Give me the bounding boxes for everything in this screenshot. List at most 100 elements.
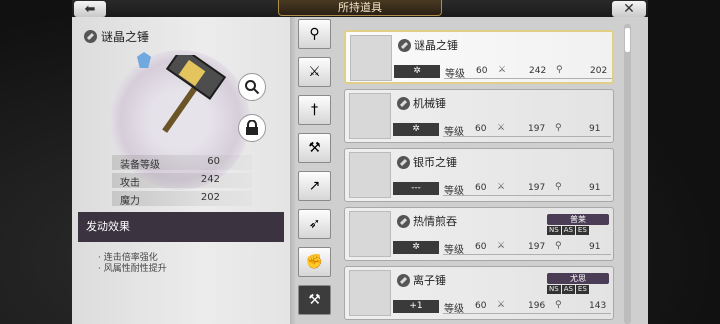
weapon-card-name-text: 机械锤	[413, 97, 446, 110]
rank-badge: ✲	[394, 65, 440, 78]
staff-icon: ⚲	[309, 26, 320, 42]
magic-icon: ⚲	[555, 241, 562, 251]
weapon-card-name-text: 热情煎吞	[413, 215, 457, 228]
magic-value: 143	[589, 301, 607, 311]
weapon-thumbnail	[349, 211, 391, 257]
level-value: 60	[475, 124, 487, 134]
stat-value: 60	[207, 156, 220, 167]
axe-icon: ⚒	[308, 140, 321, 156]
weapon-card-name-text: 离子锤	[413, 274, 446, 287]
tag-ns: NS	[547, 285, 561, 294]
tab-fist[interactable]: ✊	[298, 247, 331, 277]
rank-badge: +1	[393, 300, 439, 313]
tab-spear[interactable]: ↗	[298, 171, 331, 201]
attack-value: 197	[528, 183, 546, 193]
lock-icon	[246, 120, 258, 135]
magic-icon: ⚲	[555, 123, 562, 133]
character-badge: 普莱	[547, 214, 609, 225]
weapon-image	[162, 55, 227, 133]
hammer-type-icon	[397, 155, 410, 169]
page-title: 所持道具	[278, 0, 442, 16]
weapon-thumbnail	[350, 35, 392, 81]
rank-badge: ✲	[393, 241, 439, 254]
attack-value: 197	[528, 124, 546, 134]
card-divider	[444, 78, 612, 79]
level-value: 60	[475, 242, 487, 252]
attack-icon: ⚔	[497, 123, 506, 133]
spear-icon: ↗	[308, 178, 321, 194]
effect-item: · 风属性耐性提升	[98, 264, 167, 274]
attack-value: 197	[528, 242, 546, 252]
weapon-card-name: 离子锤	[397, 272, 446, 288]
back-button[interactable]: ⬅	[74, 1, 106, 17]
hammer-type-icon	[397, 214, 410, 228]
lock-button[interactable]	[238, 114, 266, 142]
stat-label: 攻击	[120, 178, 140, 189]
rank-badge: ---	[393, 182, 439, 195]
magic-icon: ⚲	[556, 65, 563, 75]
tag-as: AS	[561, 226, 575, 235]
inspect-button[interactable]	[238, 73, 266, 101]
card-divider	[443, 254, 611, 255]
attack-value: 242	[529, 66, 547, 76]
hammer-type-icon	[397, 96, 410, 110]
hammer-type-icon	[398, 38, 411, 52]
weapon-card-name-text: 谜晶之锤	[414, 39, 458, 52]
character-badge: 尤思	[547, 273, 609, 284]
magic-value: 202	[590, 66, 608, 76]
weapon-card[interactable]: 热情煎吞 普莱 NS AS ES ✲ 等级 60 ⚔ 197 ⚲ 91	[344, 207, 614, 261]
weapon-card[interactable]: 机械锤 ✲ 等级 60 ⚔ 197 ⚲ 91	[344, 89, 614, 143]
rank-badge: ✲	[393, 123, 439, 136]
tag-group: NS AS ES	[547, 285, 589, 294]
attack-value: 196	[528, 301, 546, 311]
card-divider	[443, 195, 611, 196]
tag-es: ES	[575, 285, 589, 294]
tab-sword[interactable]: ⚔	[298, 57, 331, 87]
tab-dagger[interactable]: †	[298, 95, 331, 125]
weapon-card[interactable]: 谜晶之锤 ✲ 等级 60 ⚔ 242 ⚲ 202	[344, 30, 614, 84]
weapon-card[interactable]: 银币之锤 --- 等级 60 ⚔ 197 ⚲ 91	[344, 148, 614, 202]
hammer-type-icon	[397, 273, 410, 287]
stat-attack: 攻击 242	[112, 173, 252, 189]
weapon-card-name: 热情煎吞	[397, 213, 457, 229]
sword-icon: ⚔	[308, 64, 321, 80]
tag-ns: NS	[547, 226, 561, 235]
stat-value: 202	[200, 192, 220, 203]
tab-staff[interactable]: ⚲	[298, 19, 331, 49]
attack-icon: ⚔	[497, 182, 506, 192]
tag-group: NS AS ES	[547, 226, 589, 235]
weapon-card-name-text: 银币之锤	[413, 156, 457, 169]
tab-axe[interactable]: ⚒	[298, 133, 331, 163]
magnifier-icon	[245, 80, 260, 95]
close-button[interactable]: ✕	[612, 1, 646, 17]
tag-es: ES	[575, 226, 589, 235]
stat-label: 装备等级	[120, 160, 160, 171]
weapon-thumbnail	[349, 93, 391, 139]
tab-hammer[interactable]: ⚒	[298, 285, 331, 315]
weapon-card[interactable]: 离子锤 尤思 NS AS ES +1 等级 60 ⚔ 196 ⚲ 143	[344, 266, 614, 320]
tab-bow[interactable]: ➶	[298, 209, 331, 239]
level-value: 60	[475, 183, 487, 193]
hammer-type-icon	[84, 30, 97, 43]
scroll-thumb[interactable]	[625, 28, 630, 52]
bow-icon: ➶	[308, 216, 321, 232]
weapon-card-name: 谜晶之锤	[398, 37, 458, 53]
stat-equip-level: 装备等级 60	[112, 155, 252, 171]
detail-weapon-name: 谜晶之锤	[84, 28, 149, 45]
fist-icon: ✊	[305, 254, 324, 270]
list-scrollbar[interactable]	[624, 24, 631, 324]
effect-header: 发动效果	[78, 212, 284, 242]
card-divider	[443, 313, 611, 314]
hammer-icon: ⚒	[308, 292, 321, 308]
attack-icon: ⚔	[498, 65, 507, 75]
magic-value: 91	[589, 183, 601, 193]
tag-as: AS	[561, 285, 575, 294]
magic-value: 91	[589, 124, 601, 134]
attack-icon: ⚔	[497, 241, 506, 251]
stat-value: 242	[200, 174, 220, 185]
magic-value: 91	[589, 242, 601, 252]
weapon-card-name: 银币之锤	[397, 154, 457, 170]
level-value: 60	[476, 66, 488, 76]
level-value: 60	[475, 301, 487, 311]
stat-magic: 魔力 202	[112, 191, 252, 207]
